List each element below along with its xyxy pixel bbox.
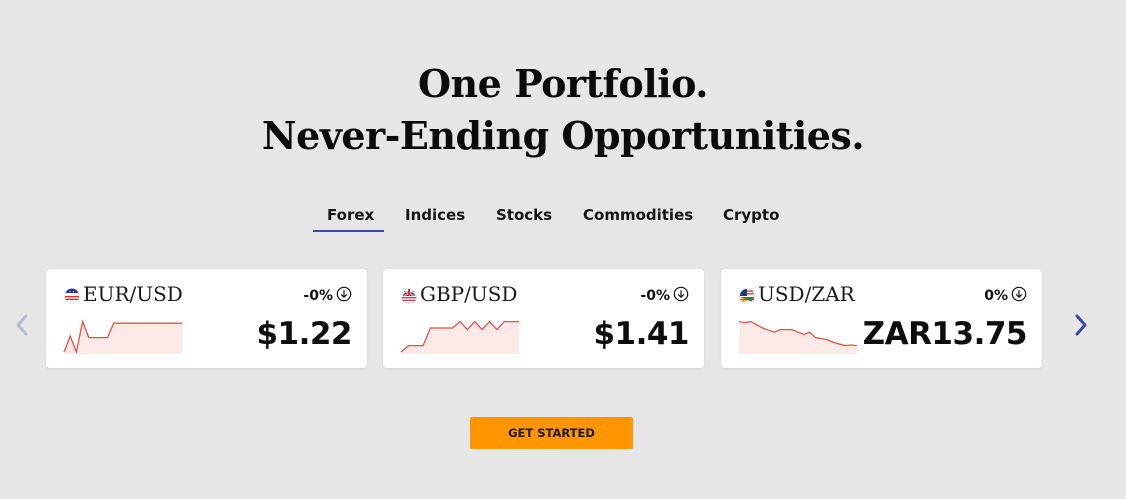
arrow-down-circle-icon	[673, 286, 689, 302]
instrument-price: ZAR13.75	[862, 316, 1028, 352]
sparkline-area	[401, 321, 519, 354]
arrow-down-circle-icon	[1011, 286, 1027, 302]
sparkline-chart	[738, 320, 858, 354]
tab-forex[interactable]: Forex	[327, 206, 374, 224]
sparkline-area	[739, 321, 857, 354]
chevron-left-icon[interactable]	[12, 311, 32, 339]
chevron-right-icon[interactable]	[1071, 311, 1091, 339]
tab-stocks[interactable]: Stocks	[496, 206, 552, 224]
price-change: -0%	[640, 288, 670, 304]
instrument-card[interactable]: EUR/USD -0% $1.22	[46, 269, 367, 368]
get-started-button[interactable]: GET STARTED	[470, 417, 633, 449]
sparkline-chart	[400, 320, 519, 354]
tab-crypto[interactable]: Crypto	[723, 206, 779, 224]
tab-indices[interactable]: Indices	[405, 206, 465, 224]
instrument-pair: GBP/USD	[420, 282, 518, 306]
sparkline-chart	[63, 319, 182, 354]
instrument-price: $1.41	[593, 316, 689, 352]
instrument-pair: EUR/USD	[83, 282, 183, 306]
eu-us-flag-icon	[64, 288, 80, 304]
instrument-card[interactable]: USD/ZAR 0% ZAR13.75	[721, 269, 1042, 368]
arrow-down-circle-icon	[336, 286, 352, 302]
headline-line-2: Never-Ending Opportunities.	[261, 113, 865, 158]
active-tab-underline	[313, 230, 384, 232]
instrument-card[interactable]: GBP/USD -0% $1.41	[383, 269, 704, 368]
headline-line-1: One Portfolio.	[417, 61, 709, 106]
price-change: -0%	[303, 288, 333, 304]
asset-tabs: Forex Indices Stocks Commodities Crypto	[0, 200, 1126, 234]
price-change: 0%	[984, 288, 1008, 304]
gb-us-flag-icon	[401, 288, 417, 304]
headline: One Portfolio. Never-Ending Opportunitie…	[0, 58, 1126, 162]
instrument-price: $1.22	[256, 316, 352, 352]
tab-commodities[interactable]: Commodities	[583, 206, 693, 224]
instrument-pair: USD/ZAR	[758, 282, 855, 306]
us-za-flag-icon	[739, 288, 755, 304]
